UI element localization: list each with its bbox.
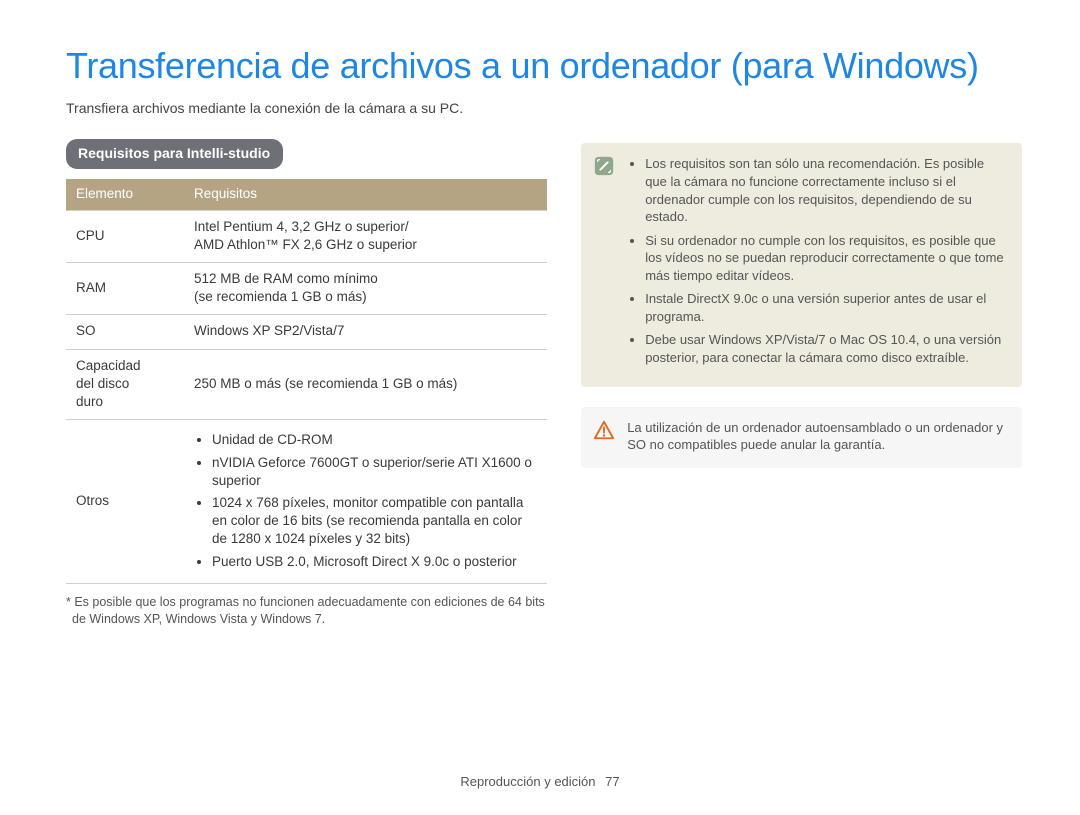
left-column: Requisitos para Intelli-studio Elemento … <box>66 139 547 640</box>
table-footnote: * Es posible que los programas no funcio… <box>66 594 547 628</box>
warning-text: La utilización de un ordenador autoensam… <box>627 419 1008 454</box>
cell-label: SO <box>66 315 184 349</box>
list-item: 1024 x 768 píxeles, monitor compatible c… <box>212 494 537 549</box>
cell-label-line: Capacidad <box>76 358 141 373</box>
table-header-row: Elemento Requisitos <box>66 179 547 210</box>
cell-label: CPU <box>66 210 184 262</box>
table-row: Capacidad del disco duro 250 MB o más (s… <box>66 349 547 420</box>
table-header-element: Elemento <box>66 179 184 210</box>
two-column-layout: Requisitos para Intelli-studio Elemento … <box>66 139 1022 640</box>
table-row: SO Windows XP SP2/Vista/7 <box>66 315 547 349</box>
list-item: Si su ordenador no cumple con los requis… <box>645 232 1008 285</box>
cell-label-line: del disco <box>76 376 129 391</box>
cell-label: RAM <box>66 263 184 315</box>
list-item: Debe usar Windows XP/Vista/7 o Mac OS 10… <box>645 331 1008 366</box>
list-item: Unidad de CD-ROM <box>212 431 537 449</box>
table-row: CPU Intel Pentium 4, 3,2 GHz o superior/… <box>66 210 547 262</box>
footer-section-label: Reproducción y edición <box>460 774 595 789</box>
page-footer: Reproducción y edición 77 <box>0 773 1080 791</box>
warning-box: La utilización de un ordenador autoensam… <box>581 407 1022 468</box>
others-list: Unidad de CD-ROM nVIDIA Geforce 7600GT o… <box>194 431 537 571</box>
cell-value: 512 MB de RAM como mínimo (se recomienda… <box>184 263 547 315</box>
list-item: Puerto USB 2.0, Microsoft Direct X 9.0c … <box>212 553 537 571</box>
cell-value-line: (se recomienda 1 GB o más) <box>194 289 367 304</box>
cell-label-line: duro <box>76 394 103 409</box>
page-title: Transferencia de archivos a un ordenador… <box>66 42 1022 91</box>
list-item: Instale DirectX 9.0c o una versión super… <box>645 290 1008 325</box>
requirements-table: Elemento Requisitos CPU Intel Pentium 4,… <box>66 179 547 584</box>
list-item: Los requisitos son tan sólo una recomend… <box>645 155 1008 225</box>
list-item: nVIDIA Geforce 7600GT o superior/serie A… <box>212 454 537 490</box>
cell-value-line: 512 MB de RAM como mínimo <box>194 271 378 286</box>
table-header-requirements: Requisitos <box>184 179 547 210</box>
cell-value: Unidad de CD-ROM nVIDIA Geforce 7600GT o… <box>184 420 547 584</box>
cell-value: Windows XP SP2/Vista/7 <box>184 315 547 349</box>
table-row: Otros Unidad de CD-ROM nVIDIA Geforce 76… <box>66 420 547 584</box>
page-number: 77 <box>605 774 619 789</box>
manual-page: Transferencia de archivos a un ordenador… <box>0 0 1080 815</box>
info-note-list: Los requisitos son tan sólo una recomend… <box>627 155 1008 372</box>
cell-label: Otros <box>66 420 184 584</box>
page-subtitle: Transfiera archivos mediante la conexión… <box>66 99 1022 118</box>
info-note-box: Los requisitos son tan sólo una recomend… <box>581 143 1022 386</box>
cell-value: 250 MB o más (se recomienda 1 GB o más) <box>184 349 547 420</box>
table-row: RAM 512 MB de RAM como mínimo (se recomi… <box>66 263 547 315</box>
right-column: Los requisitos son tan sólo una recomend… <box>581 139 1022 640</box>
note-icon <box>593 155 615 372</box>
cell-value-line: Intel Pentium 4, 3,2 GHz o superior/ <box>194 219 409 234</box>
section-chip: Requisitos para Intelli-studio <box>66 139 283 169</box>
warning-icon <box>593 419 615 454</box>
cell-label: Capacidad del disco duro <box>66 349 184 420</box>
cell-value: Intel Pentium 4, 3,2 GHz o superior/ AMD… <box>184 210 547 262</box>
cell-value-line: AMD Athlon™ FX 2,6 GHz o superior <box>194 237 417 252</box>
